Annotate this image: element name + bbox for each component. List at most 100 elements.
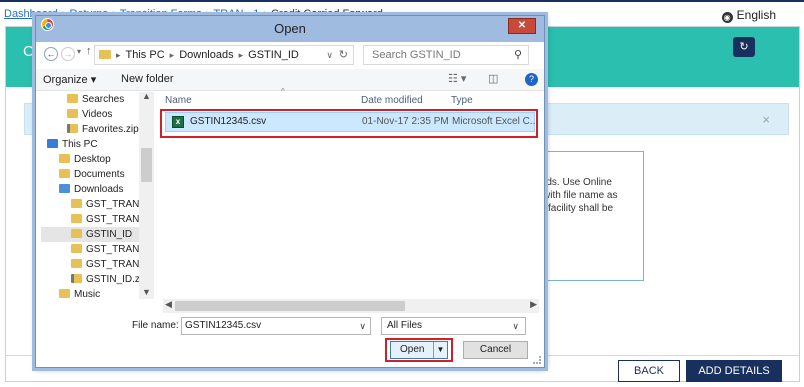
tree-item-searches[interactable]: Searches <box>67 92 124 107</box>
back-arrow-icon[interactable]: ← <box>44 47 58 61</box>
help-icon[interactable]: ? <box>525 73 538 86</box>
path-separator: ▸ <box>238 50 244 60</box>
path-separator: ▸ <box>169 50 175 60</box>
tree-item-music[interactable]: Music <box>59 287 100 299</box>
tree-scrollbar[interactable]: ▲ ▼ <box>139 91 154 299</box>
tree-item-label: Documents <box>74 169 125 180</box>
close-button[interactable]: ✕ <box>508 18 536 34</box>
scroll-right-icon[interactable]: ▶ <box>530 299 537 310</box>
globe-icon: ◉ <box>721 12 733 23</box>
tree-item-label: GST_TRAN! <box>86 259 143 270</box>
preview-pane-icon[interactable]: ◫ <box>488 72 498 85</box>
folder-icon <box>71 229 82 238</box>
info-line: with file name as <box>543 190 618 201</box>
language-selector[interactable]: ◉ English <box>721 8 776 23</box>
path-downloads[interactable]: Downloads <box>179 49 233 61</box>
cancel-button[interactable]: Cancel <box>463 341 528 359</box>
folder-icon <box>67 94 78 103</box>
open-button-highlight <box>385 338 453 362</box>
tree-item-gst-tran[interactable]: GST_TRAN! <box>71 242 142 257</box>
column-header-date[interactable]: Date modified <box>361 93 423 108</box>
folder-icon <box>59 154 70 163</box>
chevron-down-icon[interactable]: ∨ <box>326 46 333 64</box>
chevron-down-icon: ∨ <box>512 321 519 331</box>
file-list-scrollbar[interactable]: ◀ ▶ <box>163 299 539 313</box>
column-header-name[interactable]: Name <box>165 93 192 108</box>
info-line: v <box>543 252 548 263</box>
tree-item-videos[interactable]: Videos <box>67 107 112 122</box>
open-file-dialog: Open ✕ ← → ▾ ↑ ▸ This PC ▸ Downloads ▸ GSTIN_… <box>35 15 545 368</box>
tree-item-gst-tran[interactable]: GST_TRAN! <box>71 197 142 212</box>
file-name-value: GSTIN12345.csv <box>185 320 262 331</box>
tree-item-label: GSTIN_ID.zi <box>86 274 143 285</box>
folder-icon <box>99 50 111 59</box>
zip-folder-icon <box>67 124 78 133</box>
address-bar[interactable]: ▸ This PC ▸ Downloads ▸ GSTIN_ID ∨ ↻ <box>94 45 354 65</box>
folder-icon <box>71 199 82 208</box>
file-type-value: All Files <box>387 320 423 331</box>
path-separator: ▸ <box>116 50 121 60</box>
path-this-pc[interactable]: This PC <box>126 49 165 61</box>
forward-arrow-icon[interactable]: → <box>61 47 75 61</box>
tree-item-documents[interactable]: Documents <box>59 167 125 182</box>
dialog-title: Open <box>274 21 306 36</box>
file-name-label: File name: <box>132 320 179 331</box>
computer-icon <box>47 139 58 148</box>
folder-icon <box>71 259 82 268</box>
tree-item-label: Videos <box>82 109 113 120</box>
folder-icon <box>67 109 78 118</box>
language-label: English <box>736 8 776 22</box>
alert-close-icon[interactable]: × <box>762 112 770 127</box>
file-type-select[interactable]: All Files ∨ <box>381 317 526 335</box>
sort-caret-icon: ^ <box>281 87 285 96</box>
tree-item-gstin-id[interactable]: GSTIN_ID <box>41 227 151 242</box>
search-placeholder: Search GSTIN_ID <box>372 49 461 61</box>
refresh-icon[interactable]: ↻ <box>339 46 348 64</box>
back-button[interactable]: BACK <box>618 360 680 382</box>
recent-dropdown-icon[interactable]: ▾ <box>77 47 81 56</box>
tree-item-label: GST_TRAN! <box>86 244 143 255</box>
music-folder-icon <box>59 289 70 298</box>
tree-item-label: Downloads <box>74 184 124 195</box>
tree-item-desktop[interactable]: Desktop <box>59 152 111 167</box>
chevron-down-icon[interactable]: ∨ <box>359 318 366 334</box>
tree-item-gst-tran[interactable]: GST_TRAN! <box>71 212 142 227</box>
scroll-down-icon[interactable]: ▼ <box>142 287 151 297</box>
search-input[interactable]: Search GSTIN_ID ⚲ <box>363 45 529 65</box>
info-panel: rds. Use Online with file name as l faci… <box>532 151 644 281</box>
resize-grip-icon[interactable] <box>533 356 541 364</box>
path-gstin-id[interactable]: GSTIN_ID <box>248 49 299 61</box>
scroll-up-icon[interactable]: ▲ <box>142 91 151 101</box>
file-row-highlight <box>160 109 538 138</box>
file-name-input[interactable]: GSTIN12345.csv ∨ <box>181 317 371 335</box>
scroll-left-icon[interactable]: ◀ <box>165 299 172 310</box>
tree-item-label: Desktop <box>74 154 111 165</box>
tree-item-label: GST_TRAN! <box>86 214 143 225</box>
dialog-titlebar[interactable]: Open ✕ <box>36 16 544 42</box>
page-title: C <box>23 43 34 60</box>
refresh-button[interactable]: ↻ <box>733 37 755 57</box>
info-line: rds. Use Online <box>543 177 612 188</box>
organize-button[interactable]: Organize ▾ <box>43 73 96 86</box>
new-folder-button[interactable]: New folder <box>121 73 174 85</box>
folder-icon <box>71 214 82 223</box>
tree-item-label: GSTIN_ID <box>86 229 133 240</box>
tree-item-label: Searches <box>82 94 125 105</box>
add-details-button[interactable]: ADD DETAILS <box>686 360 782 382</box>
folder-icon <box>59 169 70 178</box>
tree-item-gstin-id-zip[interactable]: GSTIN_ID.zi <box>71 272 142 287</box>
tree-item-downloads[interactable]: Downloads <box>59 182 123 197</box>
tree-item-this-pc[interactable]: This PC <box>47 137 98 152</box>
up-arrow-icon[interactable]: ↑ <box>86 45 92 57</box>
tree-item-gst-tran[interactable]: GST_TRAN! <box>71 257 142 272</box>
folder-icon <box>71 244 82 253</box>
scrollbar-thumb[interactable] <box>175 301 405 311</box>
refresh-icon: ↻ <box>739 41 749 53</box>
tree-item-label: Music <box>74 289 101 299</box>
tree-item-label: Favorites.zip <box>82 124 139 135</box>
scrollbar-thumb[interactable] <box>141 148 152 182</box>
tree-item-favorites-zip[interactable]: Favorites.zip <box>67 122 139 137</box>
downloads-icon <box>59 184 70 193</box>
column-header-type[interactable]: Type <box>451 93 473 108</box>
view-options-icon[interactable]: ☷ ▾ <box>448 72 466 85</box>
